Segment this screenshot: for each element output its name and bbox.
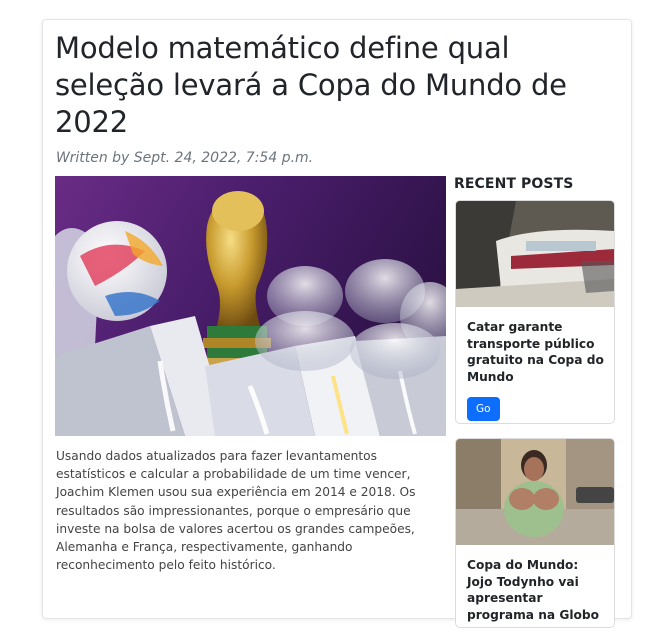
post-thumbnail-metro — [456, 201, 614, 307]
go-button[interactable]: Go — [467, 397, 500, 421]
recent-post-card[interactable]: Catar garante transporte público gratuit… — [455, 200, 615, 424]
article-body: Usando dados atualizados para fazer leva… — [56, 449, 416, 573]
post-thumbnail-person — [456, 439, 614, 545]
recent-posts-heading: RECENT POSTS — [454, 176, 574, 192]
recent-post-card[interactable]: Copa do Mundo: Jojo Todynho vai apresent… — [455, 438, 615, 628]
article-meta: Written by Sept. 24, 2022, 7:54 p.m. — [56, 150, 314, 166]
recent-post-title[interactable]: Catar garante transporte público gratuit… — [467, 319, 604, 385]
hero-image-trophy — [55, 176, 446, 436]
recent-post-title[interactable]: Copa do Mundo: Jojo Todynho vai apresent… — [467, 557, 604, 623]
article-title: Modelo matemático define qual seleção le… — [55, 31, 567, 139]
